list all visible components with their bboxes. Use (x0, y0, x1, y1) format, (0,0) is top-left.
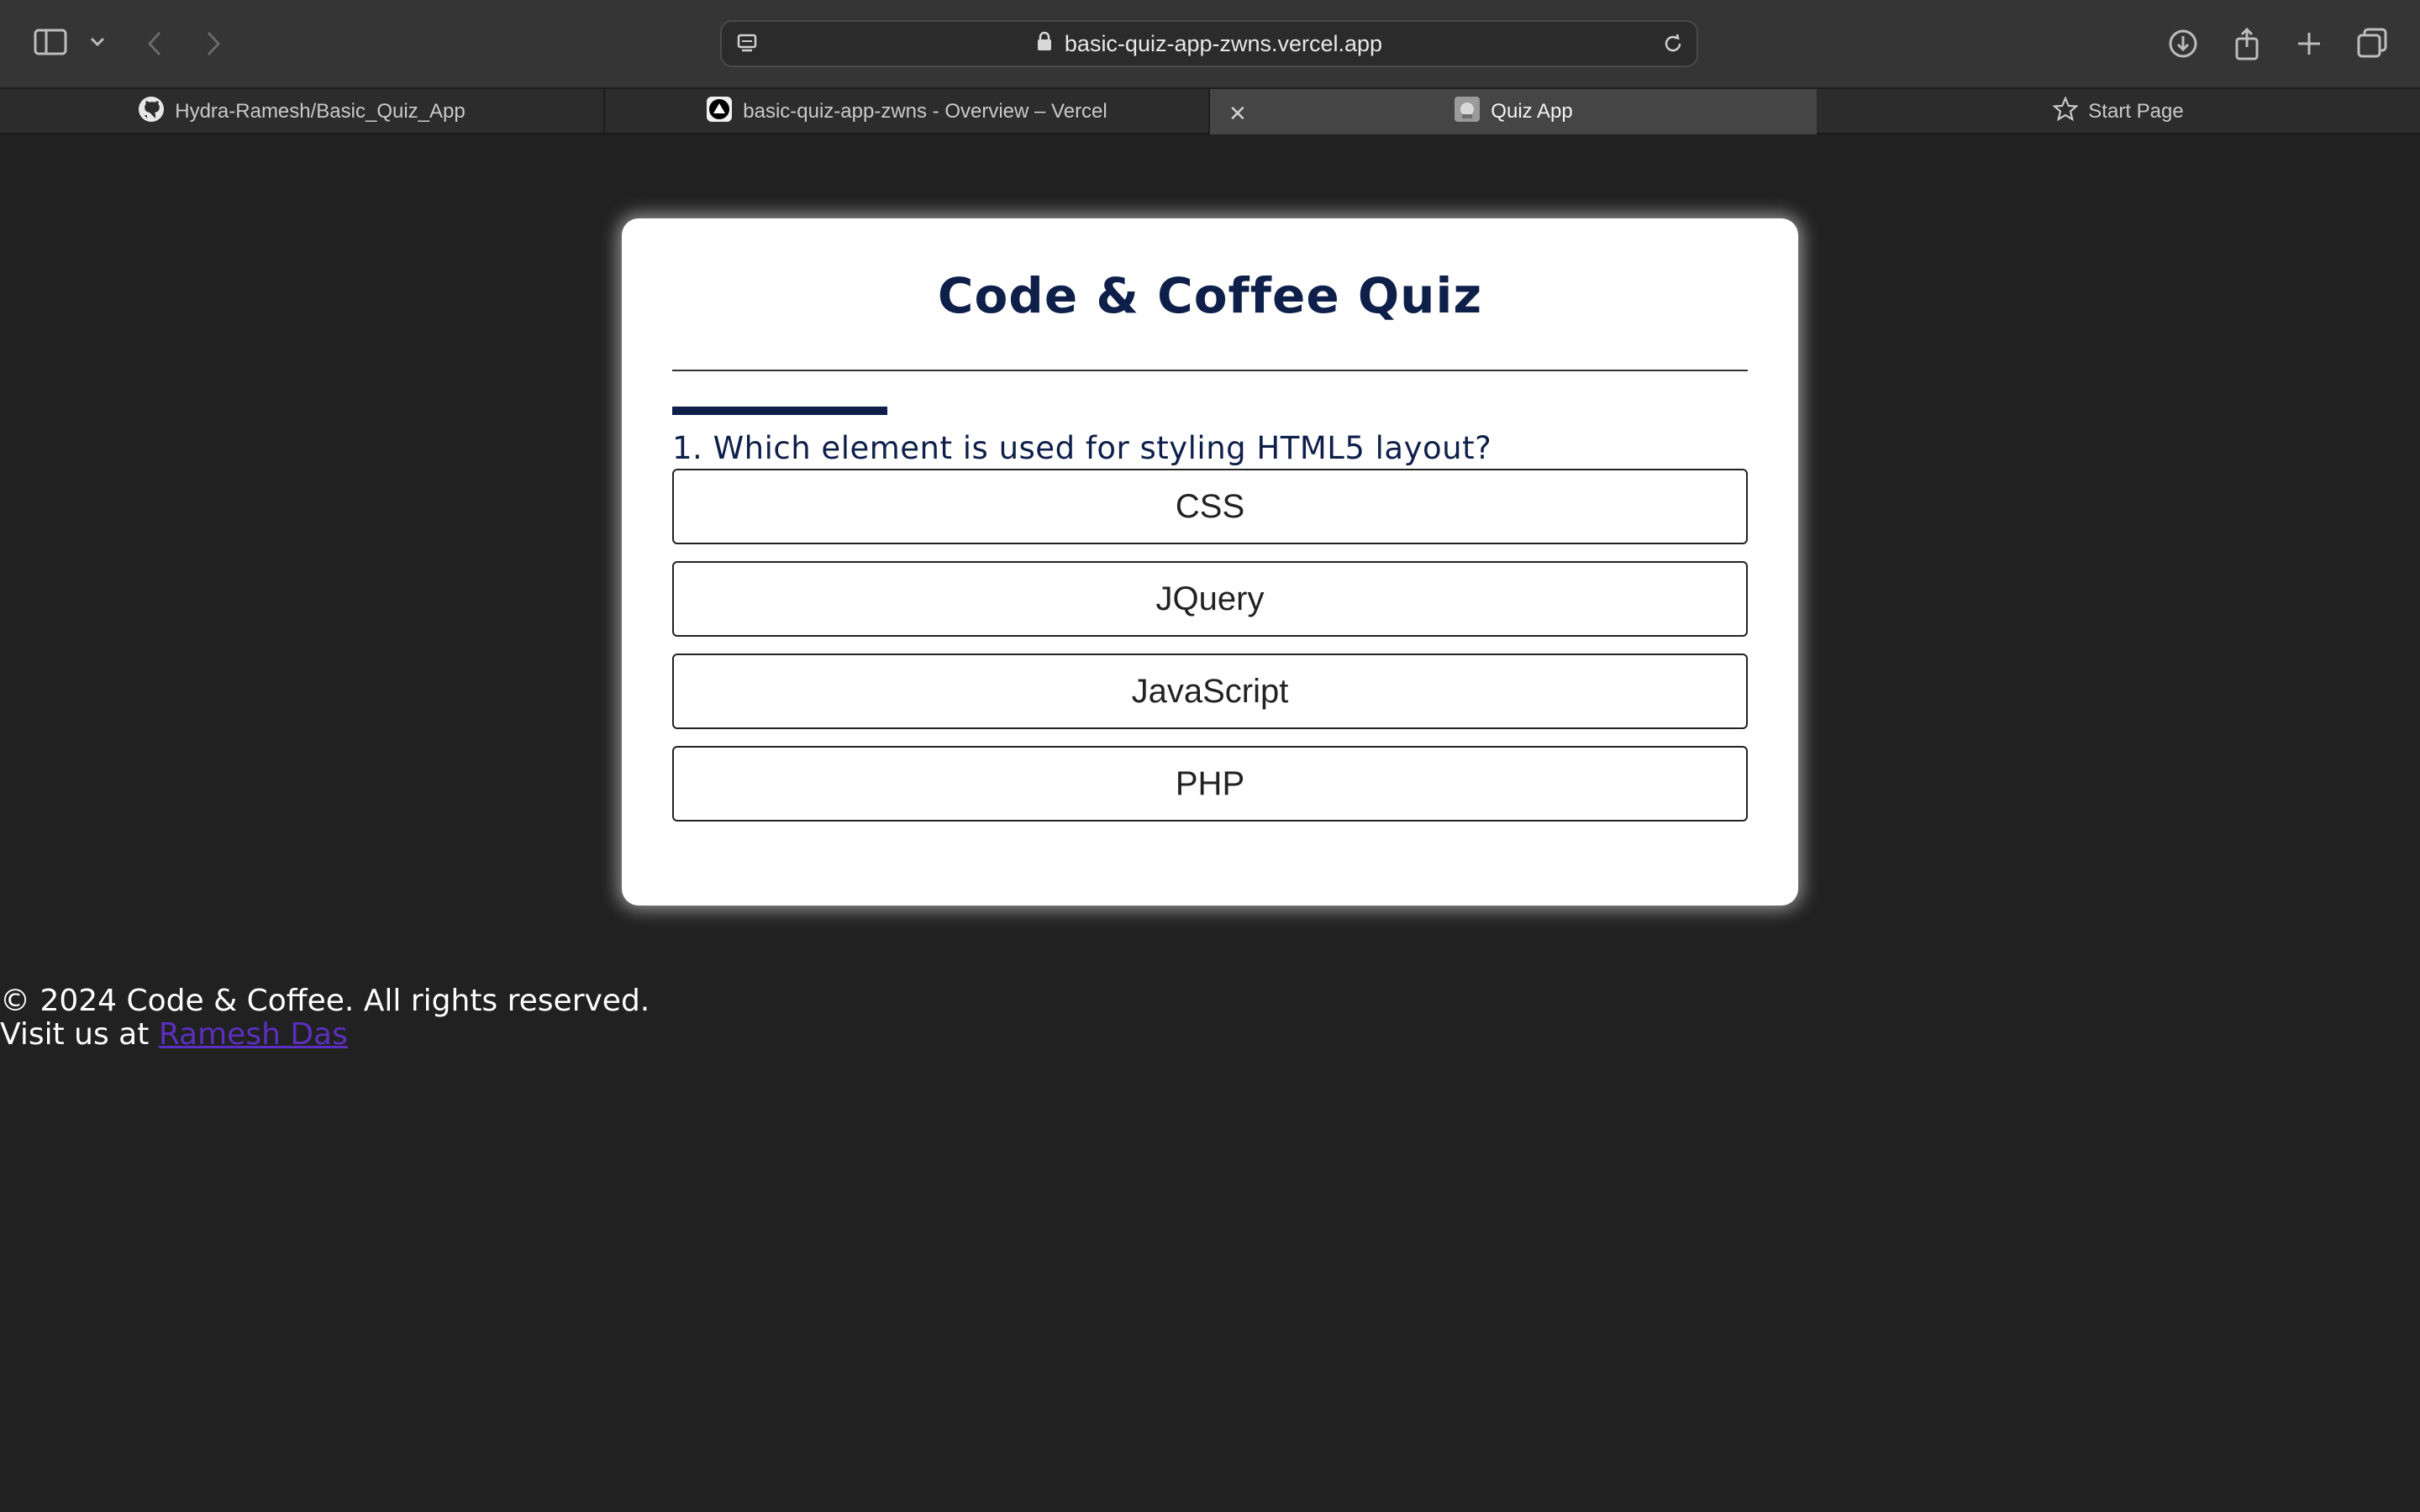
tab-overview-icon[interactable] (2354, 25, 2390, 60)
divider (672, 370, 1748, 371)
tab-label: basic-quiz-app-zwns - Overview – Vercel (743, 100, 1107, 123)
quiz-title: Code & Coffee Quiz (937, 267, 1483, 324)
question-text: 1. Which element is used for styling HTM… (672, 430, 1492, 466)
tab-label: Hydra-Ramesh/Basic_Quiz_App (175, 100, 466, 123)
downloads-icon[interactable] (2166, 27, 2200, 60)
tab-start-page[interactable]: Start Page (1817, 89, 2420, 134)
quiz-favicon (1454, 96, 1481, 129)
chevron-down-icon[interactable] (87, 32, 108, 52)
copyright-text: © 2024 Code & Coffee. All rights reserve… (0, 984, 650, 1018)
github-icon (138, 96, 165, 129)
visit-prefix: Visit us at (0, 1017, 150, 1052)
progress-bar (672, 407, 1748, 415)
sidebar-toggle-icon[interactable] (32, 27, 69, 57)
new-tab-icon[interactable] (2292, 27, 2326, 60)
url-text: basic-quiz-app-zwns.vercel.app (1064, 30, 1383, 56)
tab-vercel[interactable]: basic-quiz-app-zwns - Overview – Vercel (605, 89, 1210, 134)
answer-button[interactable]: JQuery (672, 561, 1748, 637)
progress-fill (672, 407, 887, 415)
page-footer: © 2024 Code & Coffee. All rights reserve… (0, 984, 650, 1052)
reload-icon[interactable] (1661, 32, 1685, 55)
share-icon[interactable] (2230, 25, 2264, 62)
tab-label: Start Page (2088, 100, 2184, 123)
star-icon (2052, 95, 2080, 128)
visit-line: Visit us at Ramesh Das (0, 1018, 650, 1052)
address-bar[interactable]: basic-quiz-app-zwns.vercel.app (720, 20, 1698, 67)
back-icon[interactable] (139, 27, 170, 60)
vercel-icon (706, 96, 733, 129)
answer-button[interactable]: CSS (672, 469, 1748, 544)
tab-label: Quiz App (1491, 100, 1573, 123)
author-link[interactable]: Ramesh Das (159, 1017, 348, 1052)
tab-github[interactable]: Hydra-Ramesh/Basic_Quiz_App (0, 89, 605, 134)
quiz-card: Code & Coffee Quiz 1. Which element is u… (622, 218, 1798, 906)
close-icon[interactable]: ✕ (1228, 101, 1247, 127)
tab-quiz-app[interactable]: ✕ Quiz App (1210, 89, 1817, 134)
answer-button[interactable]: JavaScript (672, 654, 1748, 729)
lock-icon (1036, 31, 1053, 57)
forward-icon[interactable] (198, 27, 229, 60)
tab-bar: Hydra-Ramesh/Basic_Quiz_App basic-quiz-a… (0, 87, 2420, 134)
browser-toolbar: basic-quiz-app-zwns.vercel.app (0, 0, 2420, 87)
answer-button[interactable]: PHP (672, 746, 1748, 822)
